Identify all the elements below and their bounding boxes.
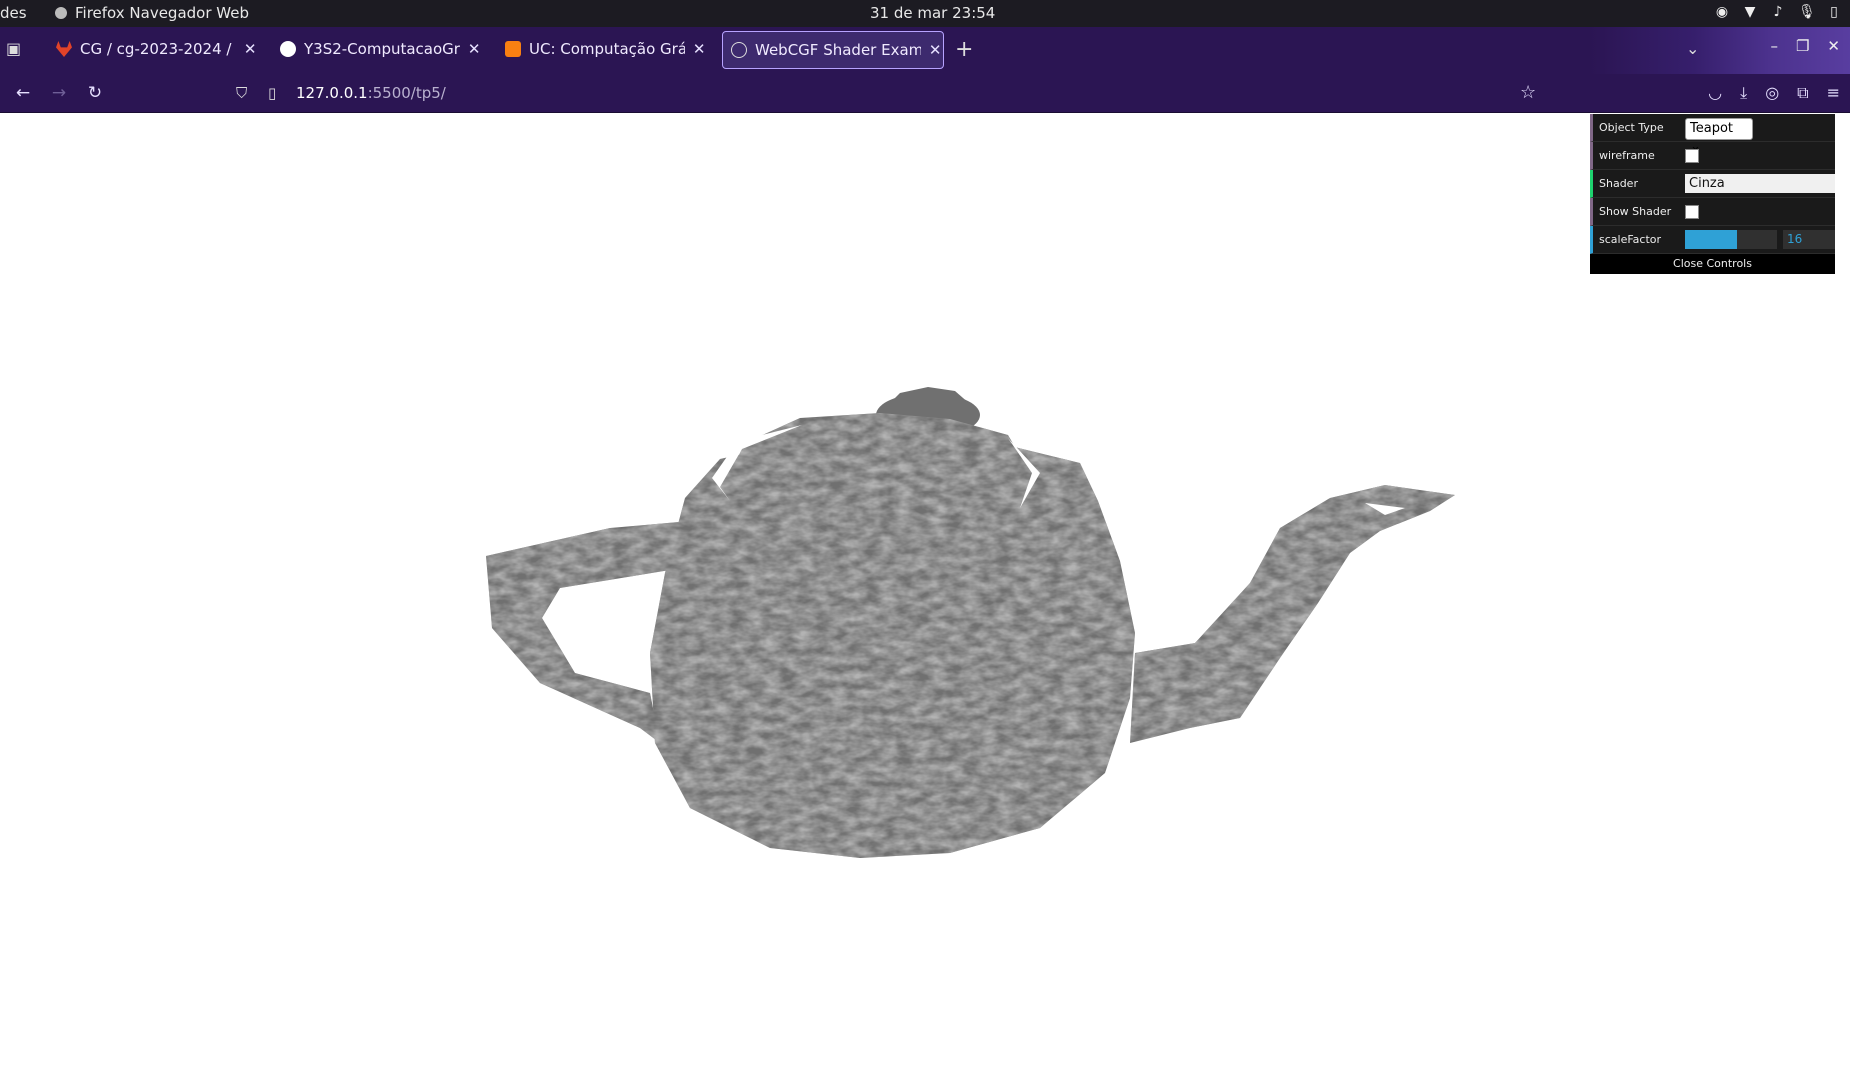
shield-icon[interactable]: ⛉ [236,84,254,102]
teapot-model [486,387,1455,858]
url-host: 127.0.0.1 [296,84,368,102]
controls-panel: Object Type Teapot ⌄ wireframe Shader Ci… [1590,114,1835,274]
github-icon [280,41,296,57]
object-type-value: Teapot [1690,121,1733,136]
gitlab-icon [56,41,72,57]
shader-select[interactable]: Cinza [1685,174,1835,193]
globe-icon [731,42,747,58]
download-icon[interactable]: ⤓ [1740,83,1747,103]
tab-title: WebCGF Shader Example [755,41,921,59]
navigation-bar: ← → ↻ ⛉ ▯ 127.0.0.1:5500/tp5/ ☆ ◡ ⤓ ◎ ⧉ … [0,74,1850,113]
show-shader-row: Show Shader [1590,198,1835,226]
close-window-icon[interactable]: ✕ [1827,37,1840,55]
minimize-icon[interactable]: – [1770,37,1778,55]
show-shader-checkbox[interactable] [1685,205,1699,219]
restore-icon[interactable]: ❐ [1796,37,1809,55]
reload-icon[interactable]: ↻ [84,82,106,104]
menu-icon[interactable]: ≡ [1827,83,1840,103]
object-type-select[interactable]: Teapot ⌄ [1685,118,1753,154]
account-icon[interactable]: ◎ [1765,83,1779,103]
shader-row: Shader Cinza [1590,170,1835,198]
new-tab-icon[interactable]: + [955,37,973,62]
system-tray[interactable]: ◉ ▼ ♪ 🎙 ▯ [1714,4,1842,20]
wifi-icon[interactable]: ▼ [1742,4,1758,20]
close-controls-button[interactable]: Close Controls [1590,254,1835,274]
url-path: :5500/tp5/ [367,84,446,102]
webgl-canvas[interactable] [0,113,1850,1074]
tab-title: Y3S2-ComputacaoGrafica [304,40,460,58]
tab-title: UC: Computação Gráfica | [529,40,686,58]
window-controls: – ❐ ✕ [1770,37,1840,55]
page-info-icon[interactable]: ▯ [268,84,284,102]
tab-moodle[interactable]: UC: Computação Gráfica | ✕ [497,31,707,67]
moodle-icon [505,41,521,57]
scale-factor-row: scaleFactor 16 [1590,226,1835,254]
object-type-label: Object Type [1599,121,1664,134]
close-tab-icon[interactable]: ✕ [691,40,707,58]
slider-fill [1685,230,1737,249]
close-tab-icon[interactable]: ✕ [927,41,943,59]
close-tab-icon[interactable]: ✕ [242,40,258,58]
volume-icon[interactable]: ♪ [1770,4,1786,20]
discord-icon[interactable]: ◉ [1714,4,1730,20]
battery-icon[interactable]: ▯ [1826,4,1842,20]
wireframe-checkbox[interactable] [1685,149,1699,163]
scale-factor-input[interactable]: 16 [1783,230,1835,249]
app-menu[interactable]: Firefox Navegador Web [55,4,249,22]
wireframe-row: wireframe [1590,142,1835,170]
tab-github[interactable]: Y3S2-ComputacaoGrafica ✕ [272,31,482,67]
firefox-view-icon[interactable]: ▣ [6,39,28,61]
tab-title: CG / cg-2023-2024 / T04 / [80,40,236,58]
tab-webcgf[interactable]: WebCGF Shader Example ✕ [722,31,944,69]
clock[interactable]: 31 de mar 23:54 [870,4,995,22]
microphone-icon[interactable]: 🎙 [1798,4,1816,20]
tab-gitlab[interactable]: CG / cg-2023-2024 / T04 / ✕ [48,31,258,67]
close-tab-icon[interactable]: ✕ [466,40,482,58]
forward-arrow-icon[interactable]: → [48,82,70,104]
url-bar[interactable]: ⛉ ▯ 127.0.0.1:5500/tp5/ [236,78,1544,108]
firefox-icon [55,7,67,19]
wireframe-label: wireframe [1599,149,1655,162]
extensions-icon[interactable]: ⧉ [1797,83,1808,103]
list-all-tabs-icon[interactable]: ⌄ [1686,39,1699,58]
back-arrow-icon[interactable]: ← [12,82,34,104]
object-type-row: Object Type Teapot ⌄ [1590,114,1835,154]
scale-factor-slider[interactable] [1685,230,1777,249]
bookmark-star-icon[interactable]: ☆ [1520,82,1536,103]
scale-factor-label: scaleFactor [1599,233,1662,246]
pocket-icon[interactable]: ◡ [1708,83,1722,103]
tab-strip: ▣ CG / cg-2023-2024 / T04 / ✕ Y3S2-Compu… [0,27,1850,74]
activities-button[interactable]: des [0,4,27,22]
app-name: Firefox Navegador Web [75,4,249,22]
system-top-bar: des Firefox Navegador Web 31 de mar 23:5… [0,0,1850,27]
toolbar-icons: ◡ ⤓ ◎ ⧉ ≡ [1708,83,1840,103]
shader-label: Shader [1599,177,1638,190]
show-shader-label: Show Shader [1599,205,1672,218]
